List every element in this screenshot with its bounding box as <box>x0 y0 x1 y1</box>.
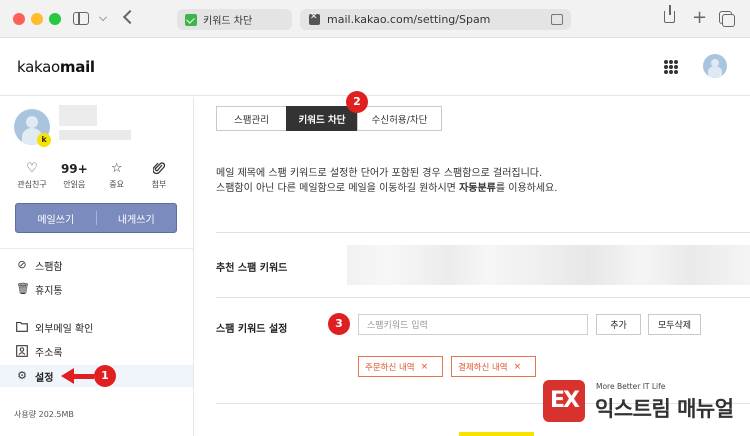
contacts-icon <box>16 345 28 357</box>
paperclip-icon <box>141 161 177 177</box>
reader-icon[interactable] <box>551 14 563 25</box>
sidebar-item-label: 스팸함 <box>35 261 63 273</box>
section-divider <box>216 297 750 298</box>
tab-keyword-block[interactable]: 키워드 차단 <box>286 106 358 131</box>
sidebar-item-label: 휴지통 <box>35 285 63 297</box>
redacted-email <box>59 130 131 140</box>
watermark-logo: EX <box>543 380 585 422</box>
tab-spam-management[interactable]: 스팸관리 <box>216 106 287 131</box>
delete-all-button[interactable]: 모두삭제 <box>648 314 701 335</box>
sidebar-divider <box>0 248 193 249</box>
watermark-name: 익스트림 매뉴얼 <box>595 397 734 421</box>
apps-grid-icon[interactable] <box>664 60 678 74</box>
folder-icon <box>16 321 28 333</box>
description-text: 스팸함이 아닌 다른 메일함으로 메일을 이동하길 원하시면 <box>216 183 460 194</box>
sidebar: k ♡ 관심친구 99+ 안읽음 ☆ 중요 첨부 메일쓰기 내게쓰기 ⊘ 스팸함 <box>0 97 194 436</box>
redacted-name <box>59 105 97 126</box>
section-divider <box>216 232 750 233</box>
logo-light-text: kakao <box>17 58 60 76</box>
annotation-1: 1 <box>94 365 116 387</box>
watermark: EX More Better IT Life 익스트림 매뉴얼 <box>543 378 750 430</box>
header-avatar[interactable] <box>703 54 727 78</box>
block-icon: ⊘ <box>17 258 27 271</box>
gear-icon: ⚙ <box>17 369 27 382</box>
sidebar-item-contacts[interactable]: 주소록 <box>0 340 193 362</box>
tab-overview-icon[interactable] <box>719 11 735 27</box>
quick-label: 첨부 <box>151 180 167 189</box>
description-text: 를 이용하세요. <box>495 183 558 194</box>
quick-favorites[interactable]: ♡ 관심친구 <box>14 161 50 190</box>
quick-label: 안읽음 <box>63 180 86 189</box>
annotation-3: 3 <box>328 313 350 335</box>
tab-title: 키워드 차단 <box>203 16 253 27</box>
kakao-badge: k <box>37 133 51 147</box>
save-button-edge[interactable] <box>459 432 534 436</box>
remove-keyword-icon[interactable]: × <box>421 362 429 372</box>
sidebar-item-label: 설정 <box>35 372 54 384</box>
keyword-chip-label: 결제하신 내역 <box>458 362 508 373</box>
quick-unread[interactable]: 99+ 안읽음 <box>56 161 92 190</box>
keyword-chip: 결제하신 내역 × <box>451 356 536 377</box>
share-icon[interactable] <box>664 5 675 23</box>
address-bar[interactable]: mail.kakao.com/setting/Spam <box>300 9 571 30</box>
sidebar-item-trash[interactable]: 🗑 휴지통 <box>0 278 193 300</box>
kakaomail-logo[interactable]: kakaomail <box>17 58 95 76</box>
browser-tab[interactable]: 키워드 차단 <box>177 9 292 30</box>
storage-usage: 사용량 202.5MB <box>14 410 74 419</box>
annotation-arrow-shaft <box>72 374 94 379</box>
keyword-chip: 주문하신 내역 × <box>358 356 443 377</box>
url-text: mail.kakao.com/setting/Spam <box>327 13 491 26</box>
sidebar-item-label: 외부메일 확인 <box>35 323 94 335</box>
sidebar-item-label: 주소록 <box>35 347 63 359</box>
sidebar-toggle-icon[interactable] <box>73 12 89 25</box>
tab-favicon-icon <box>185 13 197 26</box>
quick-label: 관심친구 <box>17 180 47 189</box>
remove-keyword-icon[interactable]: × <box>514 362 522 372</box>
trash-icon: 🗑 <box>16 282 30 295</box>
keyword-chip-label: 주문하신 내역 <box>365 362 415 373</box>
quick-filters: ♡ 관심친구 99+ 안읽음 ☆ 중요 첨부 <box>14 161 177 190</box>
new-tab-plus-icon[interactable]: + <box>692 9 707 27</box>
star-icon: ☆ <box>110 161 123 176</box>
heart-icon: ♡ <box>26 161 38 176</box>
watermark-tagline: More Better IT Life <box>596 382 666 391</box>
description-line-1: 메일 제목에 스팸 키워드로 설정한 단어가 포함된 경우 스팸함으로 걸러집니… <box>216 168 543 179</box>
maximize-window-button[interactable] <box>49 13 61 25</box>
unread-count: 99+ <box>60 162 88 176</box>
keyword-input[interactable]: 스팸키워드 입력 <box>358 314 588 335</box>
settings-tabs: 스팸관리 키워드 차단 수신허용/차단 <box>216 106 442 131</box>
quick-important[interactable]: ☆ 중요 <box>99 161 135 190</box>
compose-button[interactable]: 메일쓰기 <box>16 211 96 226</box>
recommended-keywords-label: 추천 스팸 키워드 <box>216 263 288 274</box>
add-keyword-button[interactable]: 추가 <box>596 314 641 335</box>
app-header: kakaomail <box>0 38 750 96</box>
self-compose-button[interactable]: 내게쓰기 <box>97 211 177 226</box>
redacted-recommended-keywords <box>347 245 750 285</box>
browser-toolbar: 키워드 차단 mail.kakao.com/setting/Spam + <box>0 0 750 38</box>
compose-group: 메일쓰기 내게쓰기 <box>15 203 177 233</box>
sidebar-item-spam[interactable]: ⊘ 스팸함 <box>0 254 193 276</box>
close-window-button[interactable] <box>13 13 25 25</box>
annotation-2: 2 <box>346 91 368 113</box>
quick-attachments[interactable]: 첨부 <box>141 161 177 190</box>
chevron-down-icon[interactable] <box>99 13 107 21</box>
quick-label: 중요 <box>109 180 125 189</box>
auto-sort-link[interactable]: 자동분류 <box>459 183 496 194</box>
sidebar-item-external-mail[interactable]: 외부메일 확인 <box>0 316 193 338</box>
description-line-2: 스팸함이 아닌 다른 메일함으로 메일을 이동하길 원하시면 자동분류를 이용하… <box>216 181 557 196</box>
tab-allow-block[interactable]: 수신허용/차단 <box>357 106 442 131</box>
logo-bold-text: mail <box>59 58 95 76</box>
minimize-window-button[interactable] <box>31 13 43 25</box>
keyword-description: 메일 제목에 스팸 키워드로 설정한 단어가 포함된 경우 스팸함으로 걸러집니… <box>216 166 557 196</box>
site-favicon-icon <box>309 12 320 25</box>
back-arrow-icon[interactable] <box>122 9 138 25</box>
keyword-setting-label: 스팸 키워드 설정 <box>216 324 288 335</box>
